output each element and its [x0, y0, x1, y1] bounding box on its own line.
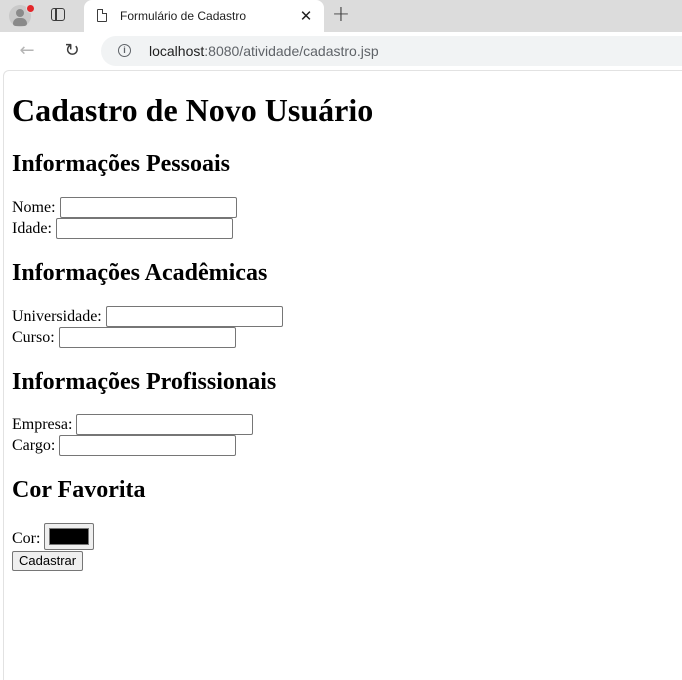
- url-text[interactable]: localhost:8080/atividade/cadastro.jsp: [149, 43, 379, 59]
- cargo-row: Cargo:: [12, 435, 237, 456]
- idade-input[interactable]: [55, 218, 233, 239]
- document-icon: [97, 8, 108, 22]
- idade-label: Idade:: [12, 219, 52, 237]
- profile-icon[interactable]: [9, 4, 35, 27]
- curso-label: Curso:: [12, 328, 55, 346]
- tab-actions-icon[interactable]: [51, 8, 65, 21]
- section-heading-academicas: Informações Acadêmicas: [12, 260, 268, 286]
- cargo-input[interactable]: [59, 435, 237, 456]
- cargo-label: Cargo:: [12, 436, 56, 454]
- idade-row: Idade:: [12, 218, 233, 239]
- reload-icon[interactable]: ↻: [62, 41, 82, 61]
- nome-label: Nome:: [12, 198, 56, 216]
- nome-input[interactable]: [59, 197, 237, 218]
- tab-title: Formulário de Cadastro: [120, 9, 247, 23]
- cor-label: Cor:: [12, 530, 41, 547]
- profile-head: [16, 9, 24, 17]
- new-tab-icon[interactable]: +: [331, 4, 351, 26]
- page-title: Cadastro de Novo Usuário: [12, 92, 374, 128]
- empresa-input[interactable]: [76, 414, 254, 435]
- section-heading-pessoais: Informações Pessoais: [12, 151, 230, 177]
- empresa-label: Empresa:: [12, 415, 73, 433]
- site-info-icon[interactable]: i: [118, 44, 131, 57]
- empresa-row: Empresa:: [12, 414, 254, 435]
- address-bar[interactable]: i localhost:8080/atividade/cadastro.jsp: [101, 36, 682, 66]
- cor-row: Cor:: [12, 523, 95, 550]
- nome-row: Nome:: [12, 197, 237, 218]
- browser-tab[interactable]: Formulário de Cadastro ✕: [84, 0, 324, 33]
- universidade-label: Universidade:: [12, 307, 102, 325]
- tab-strip: Formulário de Cadastro ✕ +: [0, 0, 682, 33]
- browser-toolbar: ← ↻ i localhost:8080/atividade/cadastro.…: [0, 32, 682, 70]
- back-icon[interactable]: ←: [17, 41, 37, 61]
- cadastrar-button[interactable]: Cadastrar: [12, 551, 84, 571]
- color-picker[interactable]: [44, 523, 95, 550]
- url-host: localhost: [149, 43, 205, 59]
- universidade-input[interactable]: [105, 306, 283, 327]
- url-path: :8080/atividade/cadastro.jsp: [204, 43, 379, 59]
- curso-input[interactable]: [58, 327, 236, 348]
- curso-row: Curso:: [12, 327, 236, 348]
- notification-dot: [26, 4, 35, 13]
- profile-body: [13, 18, 27, 26]
- universidade-row: Universidade:: [12, 306, 283, 327]
- close-icon[interactable]: ✕: [298, 8, 314, 24]
- color-swatch: [49, 528, 90, 545]
- section-heading-profissionais: Informações Profissionais: [12, 369, 277, 395]
- section-heading-cor: Cor Favorita: [12, 477, 146, 503]
